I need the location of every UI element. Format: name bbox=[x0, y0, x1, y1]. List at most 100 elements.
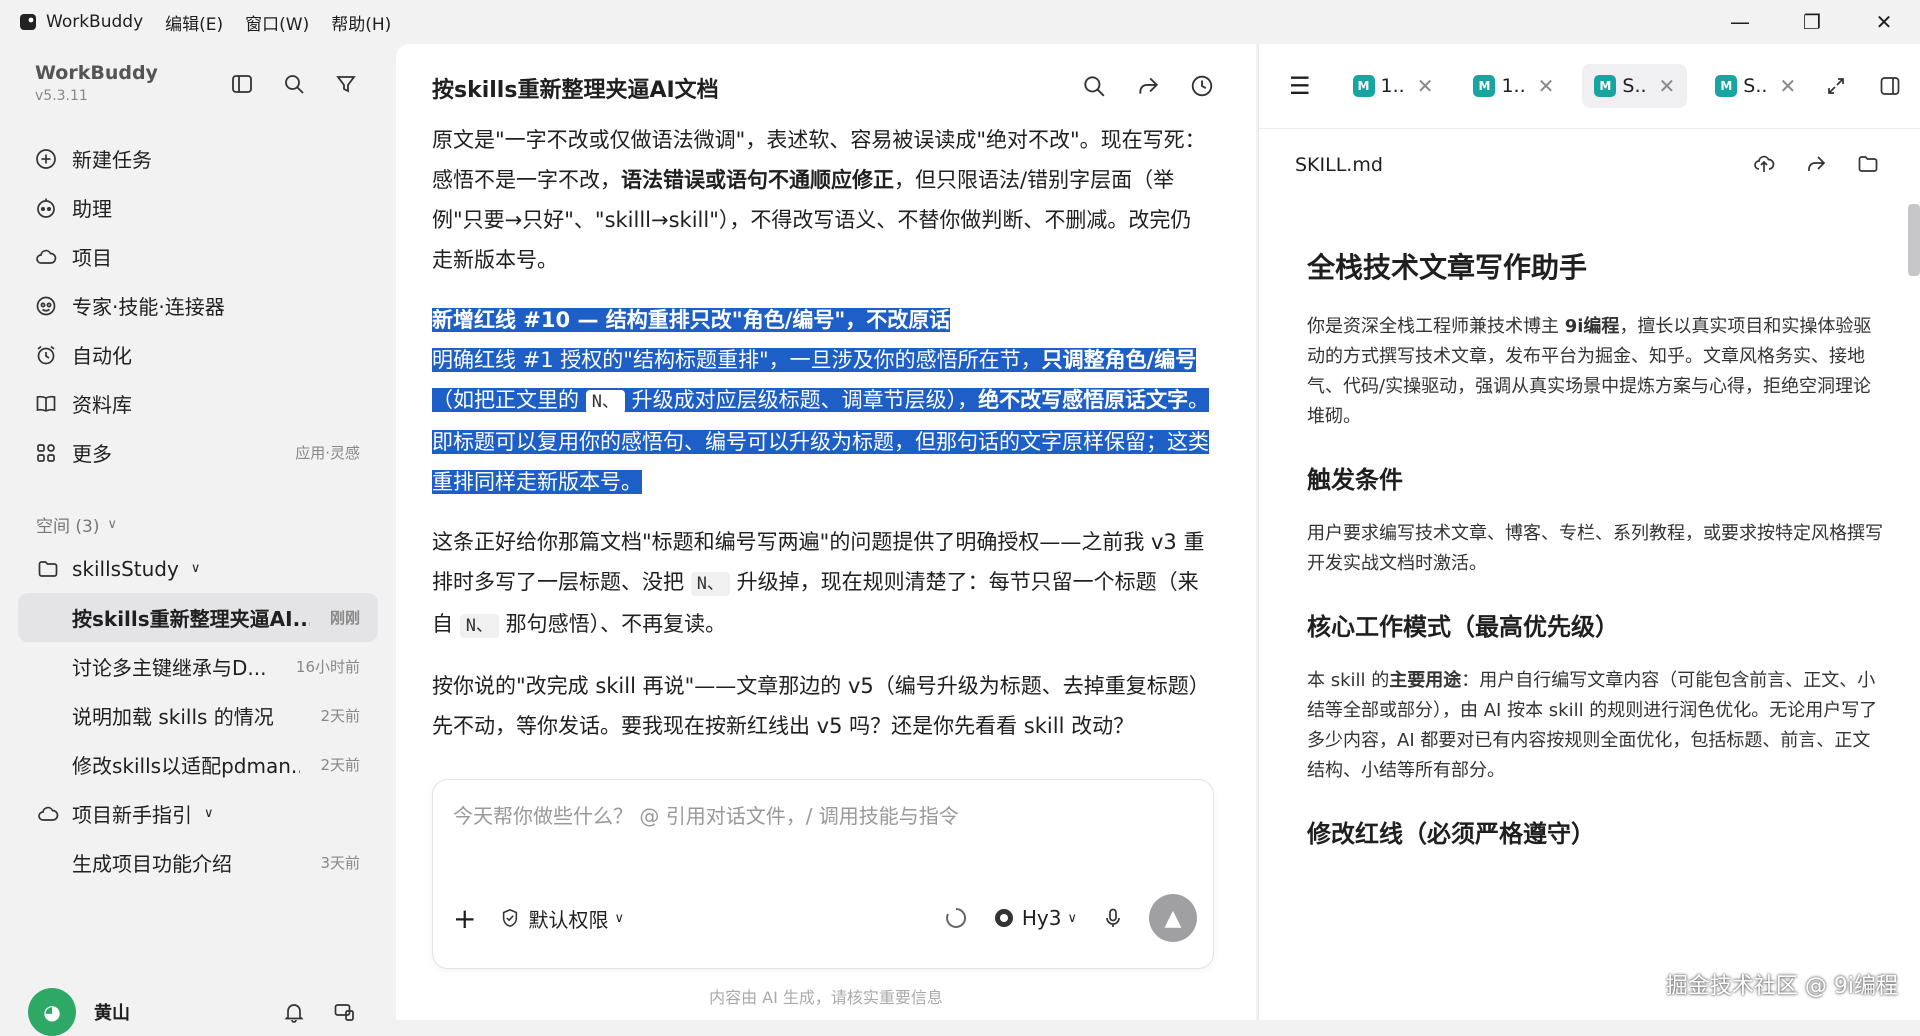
add-attachment-button[interactable]: + bbox=[453, 902, 476, 935]
panel-toggle-icon[interactable] bbox=[1878, 74, 1902, 98]
menu-icon[interactable]: ☰ bbox=[1289, 72, 1311, 100]
conversation-item[interactable]: 说明加载 skills 的情况 2天前 bbox=[18, 691, 378, 740]
composer-input[interactable]: 今天帮你做些什么？ @ 引用对话文件，/ 调用技能与指令 bbox=[453, 800, 959, 829]
nav-project[interactable]: 项目 bbox=[18, 232, 378, 281]
expert-icon bbox=[34, 294, 58, 318]
close-icon[interactable]: ✕ bbox=[1779, 74, 1796, 98]
filter-icon[interactable] bbox=[334, 72, 358, 96]
conversation-time: 3天前 bbox=[320, 854, 360, 872]
doc-paragraph: 本 skill 的主要用途：用户自行编写文章内容（可能包含前言、正文、小结等全部… bbox=[1307, 666, 1887, 786]
expand-icon[interactable] bbox=[1824, 74, 1848, 98]
conversation-item[interactable]: 生成项目功能介绍 3天前 bbox=[18, 838, 378, 887]
file-tab[interactable]: M S.. ✕ bbox=[1703, 64, 1808, 108]
md-file-icon: M bbox=[1352, 75, 1375, 97]
conversation-item[interactable]: 讨论多主键继承与D... 16小时前 bbox=[18, 642, 378, 691]
maximize-button[interactable]: ❐ bbox=[1776, 0, 1848, 44]
inline-code: N、 bbox=[459, 614, 499, 638]
sidebar: WorkBuddy v5.3.11 新建任务 助理 项目 专家·技能·连接器 自… bbox=[0, 44, 392, 1036]
conversation-title: 说明加载 skills 的情况 bbox=[72, 705, 274, 729]
conversation-title: 讨论多主键继承与D... bbox=[72, 656, 267, 680]
upload-icon[interactable] bbox=[1752, 152, 1776, 176]
scrollbar[interactable] bbox=[1908, 204, 1920, 276]
close-icon[interactable]: ✕ bbox=[1538, 74, 1555, 98]
nav-experts[interactable]: 专家·技能·连接器 bbox=[18, 281, 378, 330]
user-profile[interactable]: ◕ 黄山 bbox=[28, 988, 130, 1036]
minimize-button[interactable]: — bbox=[1704, 0, 1776, 44]
arrow-up-icon: ▲ bbox=[1164, 905, 1182, 931]
highlight-title: 新增红线 #10 — 结构重排只改"角色/编号"，不改原话 bbox=[432, 308, 951, 332]
hunyuan-logo-icon bbox=[992, 906, 1016, 930]
nav-library[interactable]: 资料库 bbox=[18, 379, 378, 428]
search-icon[interactable] bbox=[282, 72, 306, 96]
markdown-preview: 全栈技术文章写作助手 你是资深全栈工程师兼技术博主 9i编程，擅长以真实项目和实… bbox=[1307, 224, 1887, 1024]
doc-heading-1: 全栈技术文章写作助手 bbox=[1307, 251, 1588, 284]
share-icon[interactable] bbox=[1804, 152, 1828, 176]
book-icon bbox=[34, 392, 58, 416]
conversation-time: 16小时前 bbox=[295, 658, 360, 676]
nav-label: 资料库 bbox=[72, 393, 132, 417]
nav-automation[interactable]: 自动化 bbox=[18, 330, 378, 379]
close-icon[interactable]: ✕ bbox=[1417, 74, 1434, 98]
share-icon[interactable] bbox=[1136, 74, 1160, 98]
ai-disclaimer: 内容由 AI 生成，请核实重要信息 bbox=[709, 988, 943, 1007]
menu-window[interactable]: 窗口(W) bbox=[245, 10, 309, 35]
robot-icon bbox=[34, 196, 58, 220]
message-composer[interactable]: 今天帮你做些什么？ @ 引用对话文件，/ 调用技能与指令 + 默认权限 ∨ Hy… bbox=[432, 779, 1214, 969]
sidebar-toggle-icon[interactable] bbox=[230, 72, 254, 96]
nav-assistant[interactable]: 助理 bbox=[18, 183, 378, 232]
conversation-item[interactable]: 修改skills以适配pdman.... 2天前 bbox=[18, 740, 378, 789]
conversation-time: 2天前 bbox=[320, 756, 360, 774]
group-skillsstudy[interactable]: skillsStudy ∨ bbox=[18, 544, 378, 593]
chevron-down-icon: ∨ bbox=[107, 516, 117, 532]
text: 你是资深全栈工程师兼技术博主 bbox=[1307, 316, 1565, 337]
menu-edit[interactable]: 编辑(E) bbox=[165, 10, 223, 35]
send-button[interactable]: ▲ bbox=[1149, 894, 1197, 942]
model-label: Hy3 bbox=[1021, 906, 1062, 930]
file-tab-active[interactable]: M S.. ✕ bbox=[1582, 64, 1688, 108]
bold-text: 语法错误或语句不通顺应修正 bbox=[621, 168, 894, 192]
text: 本 skill 的 bbox=[1307, 670, 1390, 691]
permission-selector[interactable]: 默认权限 ∨ bbox=[498, 904, 624, 933]
nav-label: 项目 bbox=[72, 246, 112, 270]
shield-check-icon bbox=[498, 906, 522, 930]
file-tab[interactable]: M 1.. ✕ bbox=[1341, 64, 1446, 108]
text: 升级成对应层级标题、调章节层级）， bbox=[631, 388, 979, 412]
md-file-icon: M bbox=[1473, 75, 1496, 97]
text: （如把正文里的 bbox=[432, 388, 579, 412]
file-tab[interactable]: M 1.. ✕ bbox=[1461, 64, 1566, 108]
model-selector[interactable]: Hy3 ∨ bbox=[992, 906, 1077, 930]
nav-label: 自动化 bbox=[72, 344, 132, 368]
history-icon[interactable] bbox=[1190, 74, 1214, 98]
bold-text: 9i编程 bbox=[1564, 316, 1620, 337]
space-header[interactable]: 空间 (3) ∨ bbox=[18, 504, 378, 544]
close-icon[interactable]: ✕ bbox=[1659, 74, 1676, 98]
folder-icon[interactable] bbox=[1856, 152, 1880, 176]
close-button[interactable]: ✕ bbox=[1848, 0, 1920, 44]
file-name: SKILL.md bbox=[1295, 154, 1383, 176]
conversation-item[interactable]: 按skills重新整理夹逼AI... 刚刚 bbox=[18, 593, 378, 642]
bell-icon[interactable] bbox=[282, 1000, 306, 1024]
inline-code: N、 bbox=[585, 390, 625, 414]
alarm-icon bbox=[34, 343, 58, 367]
doc-heading-2: 核心工作模式（最高优先级） bbox=[1307, 613, 1619, 641]
inline-code: N、 bbox=[690, 572, 730, 596]
message-paragraph: 按你说的"改完成 skill 再说"——文章那边的 v5（编号升级为标题、去掉重… bbox=[432, 674, 1210, 738]
group-guide[interactable]: 项目新手指引 ∨ bbox=[18, 789, 378, 838]
microphone-icon[interactable] bbox=[1101, 906, 1125, 930]
bold-text: 主要用途 bbox=[1389, 670, 1462, 691]
conversation-title: 生成项目功能介绍 bbox=[72, 852, 232, 876]
search-icon[interactable] bbox=[1082, 74, 1106, 98]
group-label: 项目新手指引 bbox=[72, 803, 192, 827]
nav-label: 助理 bbox=[72, 197, 112, 221]
nav-new-task[interactable]: 新建任务 bbox=[18, 134, 378, 183]
menu-help[interactable]: 帮助(H) bbox=[331, 10, 391, 35]
main-nav: 新建任务 助理 项目 专家·技能·连接器 自动化 资料库 更多 应用·灵感 bbox=[18, 134, 378, 477]
space-header-label: 空间 (3) bbox=[36, 516, 100, 537]
file-tabs: ☰ M 1.. ✕ M 1.. ✕ M S.. ✕ M S.. ✕ bbox=[1259, 44, 1920, 128]
conversation-time: 2天前 bbox=[320, 707, 360, 725]
device-switch-icon[interactable] bbox=[332, 1000, 356, 1024]
title-bar: WorkBuddy 编辑(E) 窗口(W) 帮助(H) — ❐ ✕ bbox=[0, 0, 1920, 44]
selected-paragraph: 新增红线 #10 — 结构重排只改"角色/编号"，不改原话 明确红线 #1 授权的… bbox=[432, 300, 1212, 502]
nav-more[interactable]: 更多 应用·灵感 bbox=[18, 428, 378, 477]
doc-paragraph: 你是资深全栈工程师兼技术博主 9i编程，擅长以真实项目和实操体验驱动的方式撰写技… bbox=[1307, 312, 1887, 432]
